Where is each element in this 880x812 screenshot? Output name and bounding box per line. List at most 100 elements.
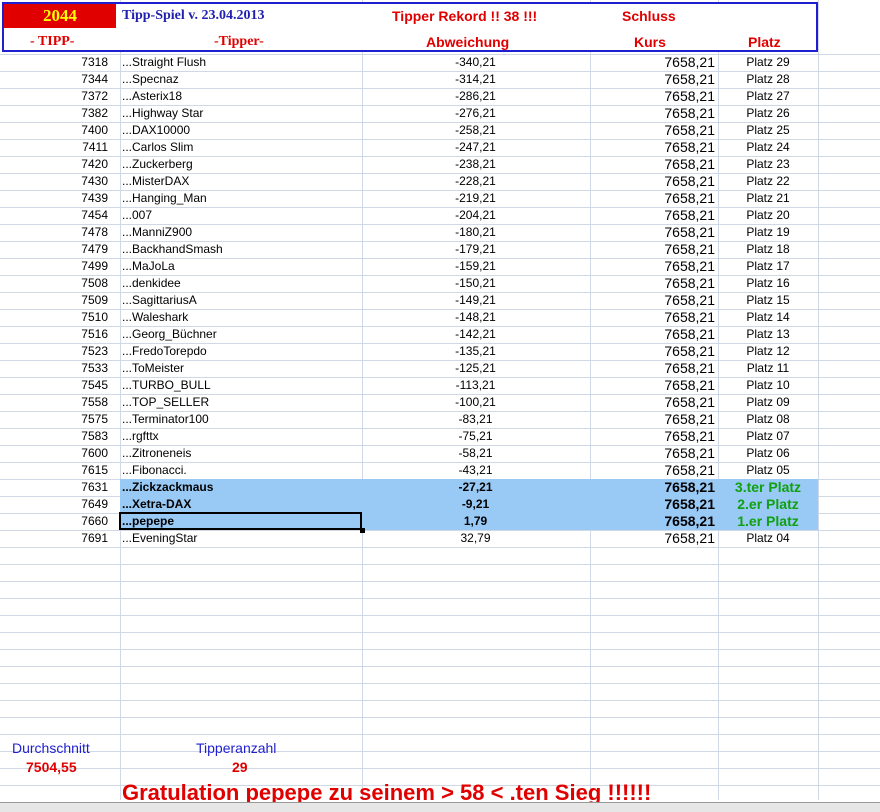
tipperanzahl-value[interactable]: 29 [232,759,248,775]
platz-cell[interactable]: Platz 14 [718,309,818,326]
kurs-cell[interactable]: 7658,21 [590,190,715,207]
tipp-cell[interactable]: 7523 [0,343,108,360]
tipper-name-cell[interactable]: ...Zitroneneis [122,445,191,462]
tipper-name-cell[interactable]: ...Asterix18 [122,88,182,105]
tipper-name-cell[interactable]: ...MaJoLa [122,258,175,275]
tipp-cell[interactable]: 7631 [0,479,108,496]
abweichung-column-header[interactable]: Abweichung [426,34,509,50]
durchschnitt-value[interactable]: 7504,55 [26,759,77,775]
tipp-cell[interactable]: 7400 [0,122,108,139]
kurs-cell[interactable]: 7658,21 [590,530,715,547]
tipper-name-cell[interactable]: ...Georg_Büchner [122,326,217,343]
record-text[interactable]: Tipper Rekord !! 38 !!! [392,8,537,24]
schluss-header[interactable]: Schluss [622,8,676,24]
kurs-cell[interactable]: 7658,21 [590,258,715,275]
tipper-name-cell[interactable]: ...TURBO_BULL [122,377,211,394]
tipp-cell[interactable]: 7372 [0,88,108,105]
tipp-cell[interactable]: 7509 [0,292,108,309]
platz-cell[interactable]: Platz 18 [718,241,818,258]
tipper-name-cell[interactable]: ...ManniZ900 [122,224,192,241]
tipp-cell[interactable]: 7600 [0,445,108,462]
platz-cell[interactable]: Platz 10 [718,377,818,394]
tipp-cell[interactable]: 7545 [0,377,108,394]
game-title[interactable]: Tipp-Spiel v. 23.04.2013 [122,8,265,24]
tipp-cell[interactable]: 7478 [0,224,108,241]
tipp-cell[interactable]: 7615 [0,462,108,479]
abweichung-cell[interactable]: -159,21 [362,258,589,275]
tipper-name-cell[interactable]: ...Carlos Slim [122,139,193,156]
tipp-cell[interactable]: 7439 [0,190,108,207]
platz-cell[interactable]: Platz 24 [718,139,818,156]
tipper-name-cell[interactable]: ...rgfttx [122,428,159,445]
platz-cell[interactable]: Platz 21 [718,190,818,207]
kurs-cell[interactable]: 7658,21 [590,496,715,513]
platz-cell[interactable]: 3.ter Platz [718,479,818,496]
tipp-column-header[interactable]: - TIPP- [30,34,74,50]
abweichung-cell[interactable]: -58,21 [362,445,589,462]
fill-handle[interactable] [360,528,365,533]
abweichung-cell[interactable]: -179,21 [362,241,589,258]
abweichung-cell[interactable]: -43,21 [362,462,589,479]
tipp-cell[interactable]: 7508 [0,275,108,292]
tipp-cell[interactable]: 7510 [0,309,108,326]
abweichung-cell[interactable]: -314,21 [362,71,589,88]
kurs-cell[interactable]: 7658,21 [590,54,715,71]
platz-cell[interactable]: Platz 13 [718,326,818,343]
kurs-cell[interactable]: 7658,21 [590,156,715,173]
tipper-name-cell[interactable]: ...MisterDAX [122,173,189,190]
platz-cell[interactable]: Platz 20 [718,207,818,224]
tipp-cell[interactable]: 7660 [0,513,108,530]
tipper-name-cell[interactable]: ...ToMeister [122,360,184,377]
kurs-cell[interactable]: 7658,21 [590,173,715,190]
abweichung-cell[interactable]: -9,21 [362,496,589,513]
kurs-cell[interactable]: 7658,21 [590,122,715,139]
tipp-cell[interactable]: 7516 [0,326,108,343]
tipper-name-cell[interactable]: ...Hanging_Man [122,190,207,207]
kurs-cell[interactable]: 7658,21 [590,479,715,496]
platz-cell[interactable]: Platz 08 [718,411,818,428]
tipper-name-cell[interactable]: ...Zickzackmaus [122,479,213,496]
tipp-cell[interactable]: 7430 [0,173,108,190]
platz-cell[interactable]: Platz 23 [718,156,818,173]
platz-cell[interactable]: Platz 12 [718,343,818,360]
tipp-cell[interactable]: 7382 [0,105,108,122]
tipp-cell[interactable]: 7318 [0,54,108,71]
kurs-cell[interactable]: 7658,21 [590,71,715,88]
abweichung-cell[interactable]: -247,21 [362,139,589,156]
tipper-column-header[interactable]: -Tipper- [214,34,264,50]
platz-cell[interactable]: Platz 29 [718,54,818,71]
abweichung-cell[interactable]: -258,21 [362,122,589,139]
tipper-name-cell[interactable]: ...BackhandSmash [122,241,223,258]
kurs-cell[interactable]: 7658,21 [590,411,715,428]
kurs-cell[interactable]: 7658,21 [590,88,715,105]
kurs-cell[interactable]: 7658,21 [590,241,715,258]
tipper-name-cell[interactable]: ...TOP_SELLER [122,394,209,411]
kurs-cell[interactable]: 7658,21 [590,513,715,530]
tipperanzahl-label[interactable]: Tipperanzahl [196,740,276,756]
tipp-cell[interactable]: 7649 [0,496,108,513]
kurs-cell[interactable]: 7658,21 [590,275,715,292]
platz-cell[interactable]: Platz 27 [718,88,818,105]
abweichung-cell[interactable]: -142,21 [362,326,589,343]
platz-cell[interactable]: Platz 22 [718,173,818,190]
platz-cell[interactable]: Platz 07 [718,428,818,445]
kurs-cell[interactable]: 7658,21 [590,428,715,445]
abweichung-cell[interactable]: 32,79 [362,530,589,547]
tipp-cell[interactable]: 7533 [0,360,108,377]
platz-cell[interactable]: Platz 28 [718,71,818,88]
tipper-name-cell[interactable]: ...Fibonacci. [122,462,187,479]
abweichung-cell[interactable]: -238,21 [362,156,589,173]
tipp-cell[interactable]: 7411 [0,139,108,156]
kurs-cell[interactable]: 7658,21 [590,326,715,343]
platz-cell[interactable]: Platz 15 [718,292,818,309]
kurs-cell[interactable]: 7658,21 [590,377,715,394]
tipper-name-cell[interactable]: ...Highway Star [122,105,203,122]
abweichung-cell[interactable]: -286,21 [362,88,589,105]
platz-cell[interactable]: Platz 25 [718,122,818,139]
kurs-cell[interactable]: 7658,21 [590,394,715,411]
abweichung-cell[interactable]: -276,21 [362,105,589,122]
platz-column-header[interactable]: Platz [748,34,781,50]
tipper-name-cell[interactable]: ...EveningStar [122,530,197,547]
platz-cell[interactable]: Platz 09 [718,394,818,411]
abweichung-cell[interactable]: -180,21 [362,224,589,241]
